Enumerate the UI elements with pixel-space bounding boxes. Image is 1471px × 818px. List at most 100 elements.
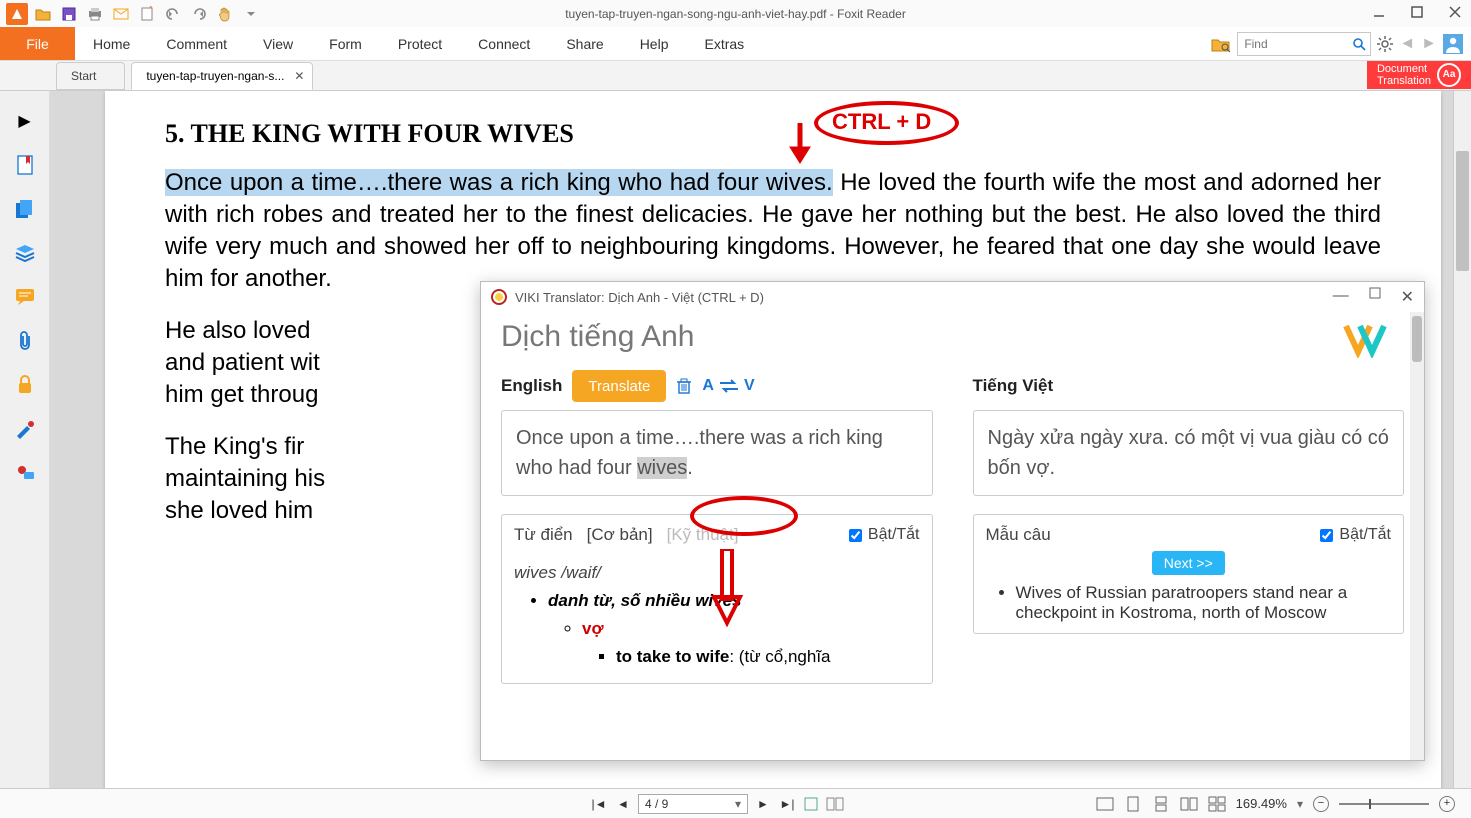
dictionary-toggle-checkbox[interactable] (849, 529, 862, 542)
translator-minimize-icon[interactable]: — (1333, 287, 1349, 307)
new-doc-icon[interactable]: * (136, 3, 158, 25)
find-input[interactable] (1238, 33, 1348, 55)
pager: |◄ ◄ 4 / 9▾ ► ►| (590, 794, 844, 814)
bookmarks-icon[interactable] (13, 153, 37, 177)
dictionary-basic[interactable]: [Cơ bản] (587, 525, 653, 545)
tab-comment[interactable]: Comment (148, 27, 245, 60)
tab-share[interactable]: Share (548, 27, 621, 60)
svg-text:*: * (149, 6, 153, 13)
selected-text[interactable]: Once upon a time….there was a rich king … (165, 169, 833, 196)
page-layout-icon-2[interactable] (826, 795, 844, 813)
source-text-area[interactable]: Once upon a time….there was a rich king … (501, 410, 933, 496)
dict-headword: wives /waif/ (514, 563, 601, 582)
sample-toggle-checkbox[interactable] (1320, 529, 1333, 542)
layers-icon[interactable] (13, 241, 37, 265)
gear-icon[interactable] (1377, 36, 1393, 52)
find-submit-icon[interactable] (1348, 36, 1370, 52)
sample-toggle-label: Bật/Tắt (1339, 526, 1391, 544)
side-expand-icon[interactable]: ▶ (13, 109, 37, 133)
hand-tool-icon[interactable] (214, 3, 236, 25)
comments-icon[interactable] (13, 285, 37, 309)
connected-review-icon[interactable] (13, 461, 37, 485)
tab-form[interactable]: Form (311, 27, 380, 60)
page-dropdown-icon[interactable]: ▾ (735, 797, 741, 811)
source-highlighted-word: wives (637, 457, 687, 479)
tab-document[interactable]: tuyen-tap-truyen-ngan-s... ✕ (131, 62, 313, 90)
read-mode-icon[interactable] (1096, 795, 1114, 813)
tab-home[interactable]: Home (75, 27, 148, 60)
find-prev-icon[interactable]: ◄ (1399, 35, 1415, 53)
tab-close-icon[interactable]: ✕ (294, 69, 304, 83)
dictionary-toggle-label: Bật/Tắt (868, 526, 920, 544)
search-folder-icon[interactable] (1211, 35, 1231, 53)
next-page-icon[interactable]: ► (754, 795, 772, 813)
tab-view[interactable]: View (245, 27, 311, 60)
document-scrollbar-thumb[interactable] (1456, 151, 1469, 271)
tab-help[interactable]: Help (622, 27, 687, 60)
translator-heading: Dịch tiếng Anh (501, 320, 1404, 354)
zoom-out-icon[interactable]: − (1313, 796, 1329, 812)
zoom-in-icon[interactable]: + (1439, 796, 1455, 812)
redo-icon[interactable] (188, 3, 210, 25)
swap-languages[interactable]: A V (702, 377, 754, 395)
app-icon[interactable] (6, 3, 28, 25)
workspace: ▶ 5. THE KING WITH FOUR WIVES Once upon … (0, 91, 1471, 788)
zoom-value[interactable]: 169.49% (1236, 796, 1287, 811)
zoom-slider[interactable] (1339, 803, 1429, 805)
find-box (1237, 32, 1371, 56)
qat-dropdown-icon[interactable] (240, 3, 262, 25)
maximize-icon[interactable] (1407, 2, 1427, 22)
document-translation-badge[interactable]: Document Translation Aa (1367, 61, 1471, 89)
open-icon[interactable] (32, 3, 54, 25)
page-layout-icon-1[interactable] (802, 795, 820, 813)
translator-maximize-icon[interactable] (1369, 287, 1381, 307)
side-panel: ▶ (0, 91, 50, 788)
zoom-dropdown-icon[interactable]: ▾ (1297, 797, 1303, 811)
pages-icon[interactable] (13, 197, 37, 221)
view-mode-single-icon[interactable] (1124, 795, 1142, 813)
translator-close-icon[interactable]: ✕ (1401, 287, 1414, 307)
document-scrollbar[interactable] (1453, 91, 1471, 788)
first-page-icon[interactable]: |◄ (590, 795, 608, 813)
translate-button[interactable]: Translate (572, 370, 666, 402)
email-icon[interactable] (110, 3, 132, 25)
view-mode-facing-icon[interactable] (1180, 795, 1198, 813)
source-lang-label: English (501, 376, 562, 396)
titlebar: * tuyen-tap-truyen-ngan-song-ngu-anh-vie… (0, 0, 1471, 27)
target-lang-label: Tiếng Việt (973, 376, 1054, 396)
tab-document-label: tuyen-tap-truyen-ngan-s... (146, 69, 284, 83)
tab-protect[interactable]: Protect (380, 27, 460, 60)
ribbon-layout-icon[interactable] (1331, 2, 1351, 22)
target-text-area[interactable]: Ngày xửa ngày xưa. có một vị vua giàu có… (973, 410, 1405, 496)
save-icon[interactable] (58, 3, 80, 25)
sample-panel: Mẫu câu Bật/Tắt Next >> Wives of Russian… (973, 514, 1405, 634)
view-mode-continuous-icon[interactable] (1152, 795, 1170, 813)
translator-titlebar[interactable]: VIKI Translator: Dịch Anh - Việt (CTRL +… (481, 282, 1424, 312)
close-icon[interactable] (1445, 2, 1465, 22)
security-icon[interactable] (13, 373, 37, 397)
tab-start[interactable]: Start (56, 62, 125, 90)
print-icon[interactable] (84, 3, 106, 25)
view-mode-continuous-facing-icon[interactable] (1208, 795, 1226, 813)
signatures-icon[interactable] (13, 417, 37, 441)
translator-scrollbar-thumb[interactable] (1412, 316, 1422, 362)
page-number-box[interactable]: 4 / 9▾ (638, 794, 748, 814)
tab-extras[interactable]: Extras (686, 27, 762, 60)
quick-access-toolbar: * (0, 3, 262, 25)
file-tab[interactable]: File (0, 27, 75, 60)
user-icon[interactable] (1443, 34, 1463, 54)
tab-connect[interactable]: Connect (460, 27, 548, 60)
prev-page-icon[interactable]: ◄ (614, 795, 632, 813)
last-page-icon[interactable]: ►| (778, 795, 796, 813)
translator-scrollbar[interactable] (1410, 312, 1424, 760)
clear-icon[interactable] (676, 377, 692, 395)
find-next-icon[interactable]: ► (1421, 35, 1437, 53)
undo-icon[interactable] (162, 3, 184, 25)
dict-meaning: vợ (582, 619, 604, 638)
minimize-icon[interactable] (1369, 2, 1389, 22)
next-sample-button[interactable]: Next >> (1152, 551, 1225, 575)
attachments-icon[interactable] (13, 329, 37, 353)
document-viewport[interactable]: 5. THE KING WITH FOUR WIVES Once upon a … (50, 91, 1471, 788)
page-heading: 5. THE KING WITH FOUR WIVES (165, 119, 1381, 149)
ribbon: File Home Comment View Form Protect Conn… (0, 27, 1471, 61)
